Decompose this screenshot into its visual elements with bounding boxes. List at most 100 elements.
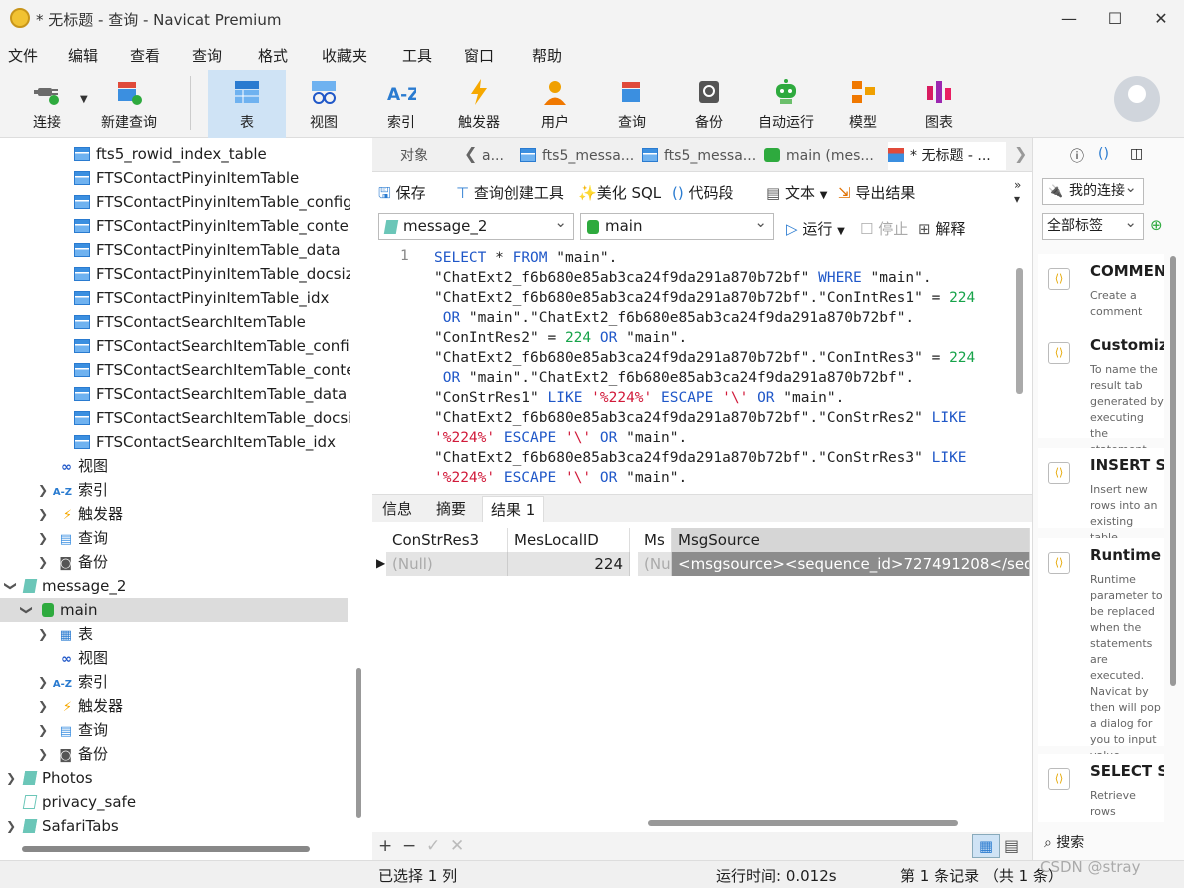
tab-item[interactable]: fts5_messa... <box>642 142 760 170</box>
tab-item[interactable]: main (mes... <box>764 142 884 170</box>
form-view-icon[interactable]: ▤ <box>1004 836 1019 855</box>
schema-select[interactable]: main <box>580 210 774 240</box>
explain-button[interactable]: ⊞ 解释 <box>918 218 965 239</box>
query-builder-button[interactable]: ⊤ 查询创建工具 <box>456 182 564 203</box>
tree-item-database[interactable]: ❯ SafariTabs <box>6 814 119 838</box>
tree-item-table[interactable]: FTSContactPinyinItemTable_config <box>74 190 350 214</box>
toolbar-index-button[interactable]: A-Z 索引 <box>366 70 436 138</box>
toolbar-user-button[interactable]: 用户 <box>520 70 590 138</box>
save-button[interactable]: 🖫 保存 <box>378 182 426 208</box>
grid-view-icon[interactable]: ▦ <box>972 834 1000 858</box>
menu-favorites[interactable]: 收藏夹 <box>322 45 367 66</box>
toolbar-connect-button[interactable]: 连接 <box>12 70 82 138</box>
snippet-item[interactable]: ⟨⟩ Runtime P Runtime parameter to be repla… <box>1038 538 1164 762</box>
snippet-scrollbar[interactable] <box>1170 256 1176 686</box>
tree-item-group[interactable]: ∞ 视图 <box>38 454 108 478</box>
tab-untitled-query[interactable]: * 无标题 - ... <box>888 142 1006 170</box>
menu-tools[interactable]: 工具 <box>402 45 432 66</box>
table-cell[interactable]: <msgsource><sequence_id>727491208</seque… <box>672 552 1030 576</box>
export-results-button[interactable]: ⇲ 导出结果 <box>838 182 915 203</box>
column-header[interactable]: MsgSource <box>672 528 1030 552</box>
snippet-item[interactable]: ⟨⟩ Customize To name the result tab genera… <box>1038 328 1164 456</box>
tag-filter-select[interactable]: 全部标签 <box>1042 210 1144 240</box>
table-cell[interactable]: 224 <box>508 552 630 576</box>
tree-item-database[interactable]: privacy_safe <box>6 790 136 814</box>
add-snippet-icon[interactable]: ⊕ <box>1150 216 1163 234</box>
snippet-item[interactable]: ⟨⟩ SELECT Sy Retrieve rows selected from o… <box>1038 754 1164 822</box>
tree-item-table[interactable]: FTSContactPinyinItemTable_data <box>74 238 341 262</box>
menu-help[interactable]: 帮助 <box>532 45 562 66</box>
tree-item-table[interactable]: FTSContactSearchItemTable_content <box>74 358 350 382</box>
menu-view[interactable]: 查看 <box>130 45 160 66</box>
tree-item-group[interactable]: ❯ ⚡ 触发器 <box>38 694 123 718</box>
table-cell[interactable]: (Null) <box>386 552 508 576</box>
tree-item-table[interactable]: FTSContactSearchItemTable_config <box>74 334 350 358</box>
connect-dropdown-icon[interactable]: ▼ <box>80 94 88 105</box>
toolbar-backup-button[interactable]: 备份 <box>674 70 744 138</box>
grid-horizontal-scrollbar[interactable] <box>648 820 958 826</box>
beautify-sql-button[interactable]: ✨美化 SQL <box>578 182 661 203</box>
delete-row-button[interactable]: − <box>402 836 416 856</box>
layout-icon[interactable]: ◫ <box>1130 146 1143 162</box>
tree-item-table[interactable]: fts5_rowid_index_table <box>74 142 267 166</box>
toolbar-overflow-icon[interactable]: » ▾ <box>1014 178 1021 206</box>
tree-item-table[interactable]: FTSContactSearchItemTable_data <box>74 382 347 406</box>
run-button[interactable]: ▷ 运行 ▼ <box>786 218 845 239</box>
sql-code[interactable]: SELECT * FROM "main". "ChatExt2_f6b680e8… <box>434 248 1014 488</box>
close-button[interactable]: ✕ <box>1138 0 1184 38</box>
tab-scroll-right-icon[interactable]: ❯ <box>1014 144 1027 163</box>
search-snippets-field[interactable]: ⌕ 搜索 <box>1044 832 1084 852</box>
editor-scrollbar[interactable] <box>1016 268 1023 394</box>
tree-item-table[interactable]: FTSContactSearchItemTable_idx <box>74 430 336 454</box>
discard-changes-button[interactable]: ✕ <box>450 836 464 856</box>
tree-item-group[interactable]: ❯ ▦ 表 <box>38 622 93 646</box>
tab-summary[interactable]: 摘要 <box>428 496 474 522</box>
tab-result-1[interactable]: 结果 1 <box>482 496 545 522</box>
add-row-button[interactable]: + <box>378 836 392 856</box>
toolbar-view-button[interactable]: 视图 <box>289 70 359 138</box>
toolbar-trigger-button[interactable]: 触发器 <box>444 70 514 138</box>
table-cell[interactable]: (Nu <box>638 552 672 576</box>
tab-item[interactable]: fts5_messa... <box>520 142 638 170</box>
tab-objects[interactable]: 对象 <box>400 142 452 170</box>
column-header[interactable]: ConStrRes3 <box>386 528 508 552</box>
tree-item-group[interactable]: ❯ ⚡ 触发器 <box>38 502 123 526</box>
tree-item-table[interactable]: FTSContactSearchItemTable_docsize <box>74 406 350 430</box>
tree-item-table[interactable]: FTSContactPinyinItemTable_content <box>74 214 350 238</box>
tree-horizontal-scrollbar[interactable] <box>22 846 310 852</box>
tree-item-group[interactable]: ❯ ▤ 查询 <box>38 718 108 742</box>
tree-item-table[interactable]: FTSContactPinyinItemTable_idx <box>74 286 329 310</box>
menu-window[interactable]: 窗口 <box>464 45 494 66</box>
tree-item-group[interactable]: ∞ 视图 <box>38 646 108 670</box>
column-header[interactable]: Ms <box>638 528 672 552</box>
tree-item-table[interactable]: FTSContactPinyinItemTable_docsize <box>74 262 350 286</box>
menu-file[interactable]: 文件 <box>8 45 38 66</box>
tab-item[interactable]: a... <box>482 142 516 170</box>
tree-vertical-scrollbar[interactable] <box>356 668 361 818</box>
menu-query[interactable]: 查询 <box>192 45 222 66</box>
snippet-item[interactable]: ⟨⟩ INSERT Sy Insert new rows into an exist… <box>1038 448 1164 544</box>
text-mode-button[interactable]: ▤ 文本 ▼ <box>766 182 827 203</box>
tree-item-database[interactable]: ❯ message_2 <box>4 574 126 598</box>
tree-item-group[interactable]: ❯ A-Z 索引 <box>38 478 108 502</box>
menu-format[interactable]: 格式 <box>258 45 288 66</box>
account-avatar[interactable] <box>1114 76 1160 122</box>
toolbar-new-query-button[interactable]: 新建查询 <box>94 70 164 138</box>
maximize-button[interactable]: ☐ <box>1092 0 1138 38</box>
info-icon[interactable]: ⓘ <box>1070 146 1084 166</box>
toolbar-table-button[interactable]: 表 <box>208 70 286 138</box>
code-snippet-button[interactable]: () 代码段 <box>672 182 734 203</box>
tree-item-group[interactable]: ❯ ◙ 备份 <box>38 742 108 766</box>
tree-item-schema[interactable]: ❯ main <box>0 598 348 622</box>
tree-item-table[interactable]: FTSContactSearchItemTable <box>74 310 306 334</box>
toolbar-query-button[interactable]: 查询 <box>597 70 667 138</box>
minimize-button[interactable]: — <box>1046 0 1092 38</box>
apply-changes-button[interactable]: ✓ <box>426 836 440 856</box>
toolbar-model-button[interactable]: 模型 <box>828 70 898 138</box>
stop-button[interactable]: ☐ 停止 <box>860 218 908 239</box>
tab-info[interactable]: 信息 <box>374 496 420 522</box>
tree-item-group[interactable]: ❯ A-Z 索引 <box>38 670 108 694</box>
tree-item-group[interactable]: ❯ ▤ 查询 <box>38 526 108 550</box>
toolbar-chart-button[interactable]: 图表 <box>904 70 974 138</box>
tree-item-database[interactable]: ❯ Photos <box>6 766 93 790</box>
